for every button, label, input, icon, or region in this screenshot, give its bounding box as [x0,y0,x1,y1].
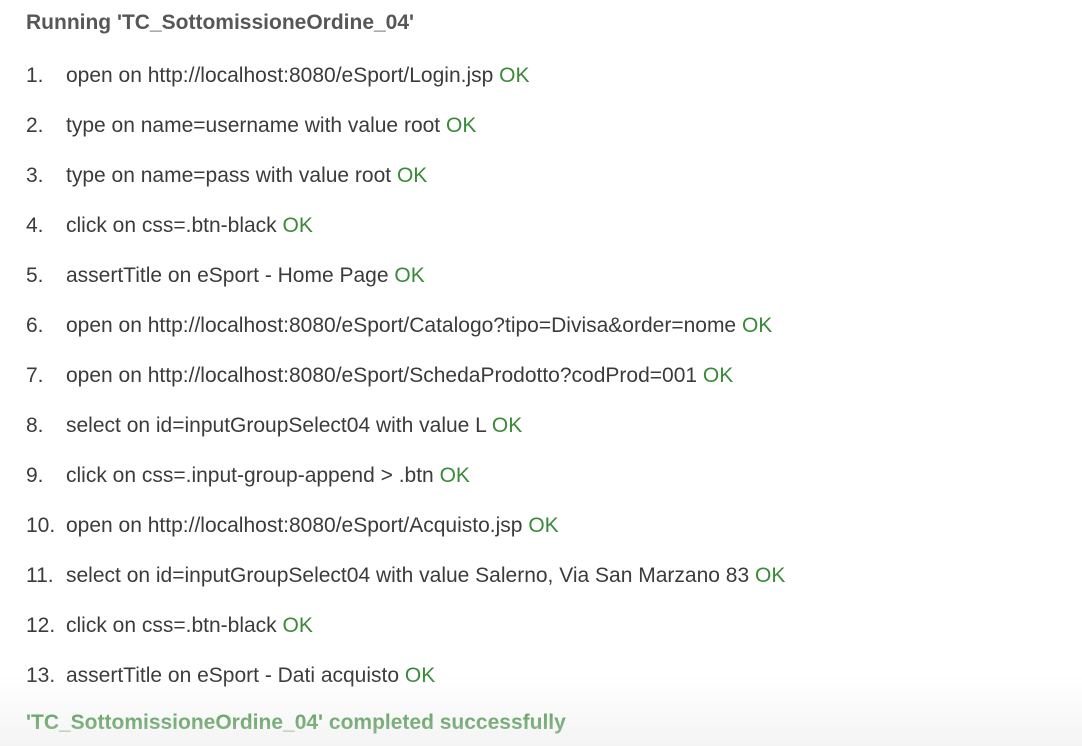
step-item: 4. click on css=.btn-black OK [26,211,313,241]
step-text: open on http://localhost:8080/eSport/Log… [66,64,494,87]
step-text: type on name=pass with value root [66,164,392,187]
step-item: 3. type on name=pass with value root OK [26,161,427,191]
run-title: Running 'TC_SottomissioneOrdine_04' [26,11,415,34]
step-text: click on css=.btn-black [66,614,277,637]
step-status-ok: OK [528,514,559,537]
step-number: 11. [26,564,54,587]
step-number: 10. [26,514,56,537]
step-status-ok: OK [394,264,425,287]
step-number: 3. [26,164,44,187]
step-number: 12. [26,614,56,637]
step-number: 5. [26,264,44,287]
test-run-log: Running 'TC_SottomissioneOrdine_04' 1. op… [0,0,1082,746]
step-text: select on id=inputGroupSelect04 with val… [66,414,487,437]
step-item: 7. open on http://localhost:8080/eSport/S… [26,361,733,391]
completion-message: 'TC_SottomissioneOrdine_04' completed su… [26,711,566,734]
step-status-ok: OK [396,164,428,187]
step-item: 11. select on id=inputGroupSelect04 with … [26,561,785,591]
step-text: select on id=inputGroupSelect04 with val… [66,564,750,587]
step-status-ok: OK [702,364,734,387]
step-item: 8. select on id=inputGroupSelect04 with v… [26,411,522,441]
step-status-ok: OK [499,64,530,87]
step-item: 12. click on css=.btn-black OK [26,611,313,641]
step-item: 9. click on css=.input-group-append > .bt… [26,461,470,491]
step-number: 6. [26,314,44,337]
step-number: 2. [26,114,44,137]
step-status-ok: OK [445,114,477,137]
step-status-ok: OK [754,564,786,587]
step-text: type on name=username with value root [66,114,441,137]
step-text: assertTitle on eSport - Dati acquisto [66,664,400,687]
step-number: 4. [26,214,44,237]
step-number: 1. [26,64,44,87]
step-item: 5. assertTitle on eSport - Home Page OK [26,261,425,291]
step-status-ok: OK [282,614,313,637]
step-text: open on http://localhost:8080/eSport/Cat… [66,314,737,337]
step-item: 13. assertTitle on eSport - Dati acquisto… [26,661,435,691]
step-item: 1. open on http://localhost:8080/eSport/L… [26,61,530,91]
step-text: click on css=.input-group-append > .btn [66,464,434,487]
step-number: 9. [26,464,44,487]
step-status-ok: OK [491,414,523,437]
step-text: open on http://localhost:8080/eSport/Sch… [66,364,698,387]
step-status-ok: OK [439,464,470,487]
step-status-ok: OK [404,664,436,687]
step-number: 8. [26,414,44,437]
step-item: 10. open on http://localhost:8080/eSport/… [26,511,559,541]
step-item: 2. type on name=username with value root … [26,111,476,141]
step-status-ok: OK [741,314,773,337]
step-text: assertTitle on eSport - Home Page [66,264,389,287]
step-status-ok: OK [282,214,313,237]
step-text: click on css=.btn-black [66,214,277,237]
step-number: 13. [26,664,56,687]
step-number: 7. [26,364,44,387]
step-text: open on http://localhost:8080/eSport/Acq… [66,514,523,537]
step-item: 6. open on http://localhost:8080/eSport/C… [26,311,772,341]
